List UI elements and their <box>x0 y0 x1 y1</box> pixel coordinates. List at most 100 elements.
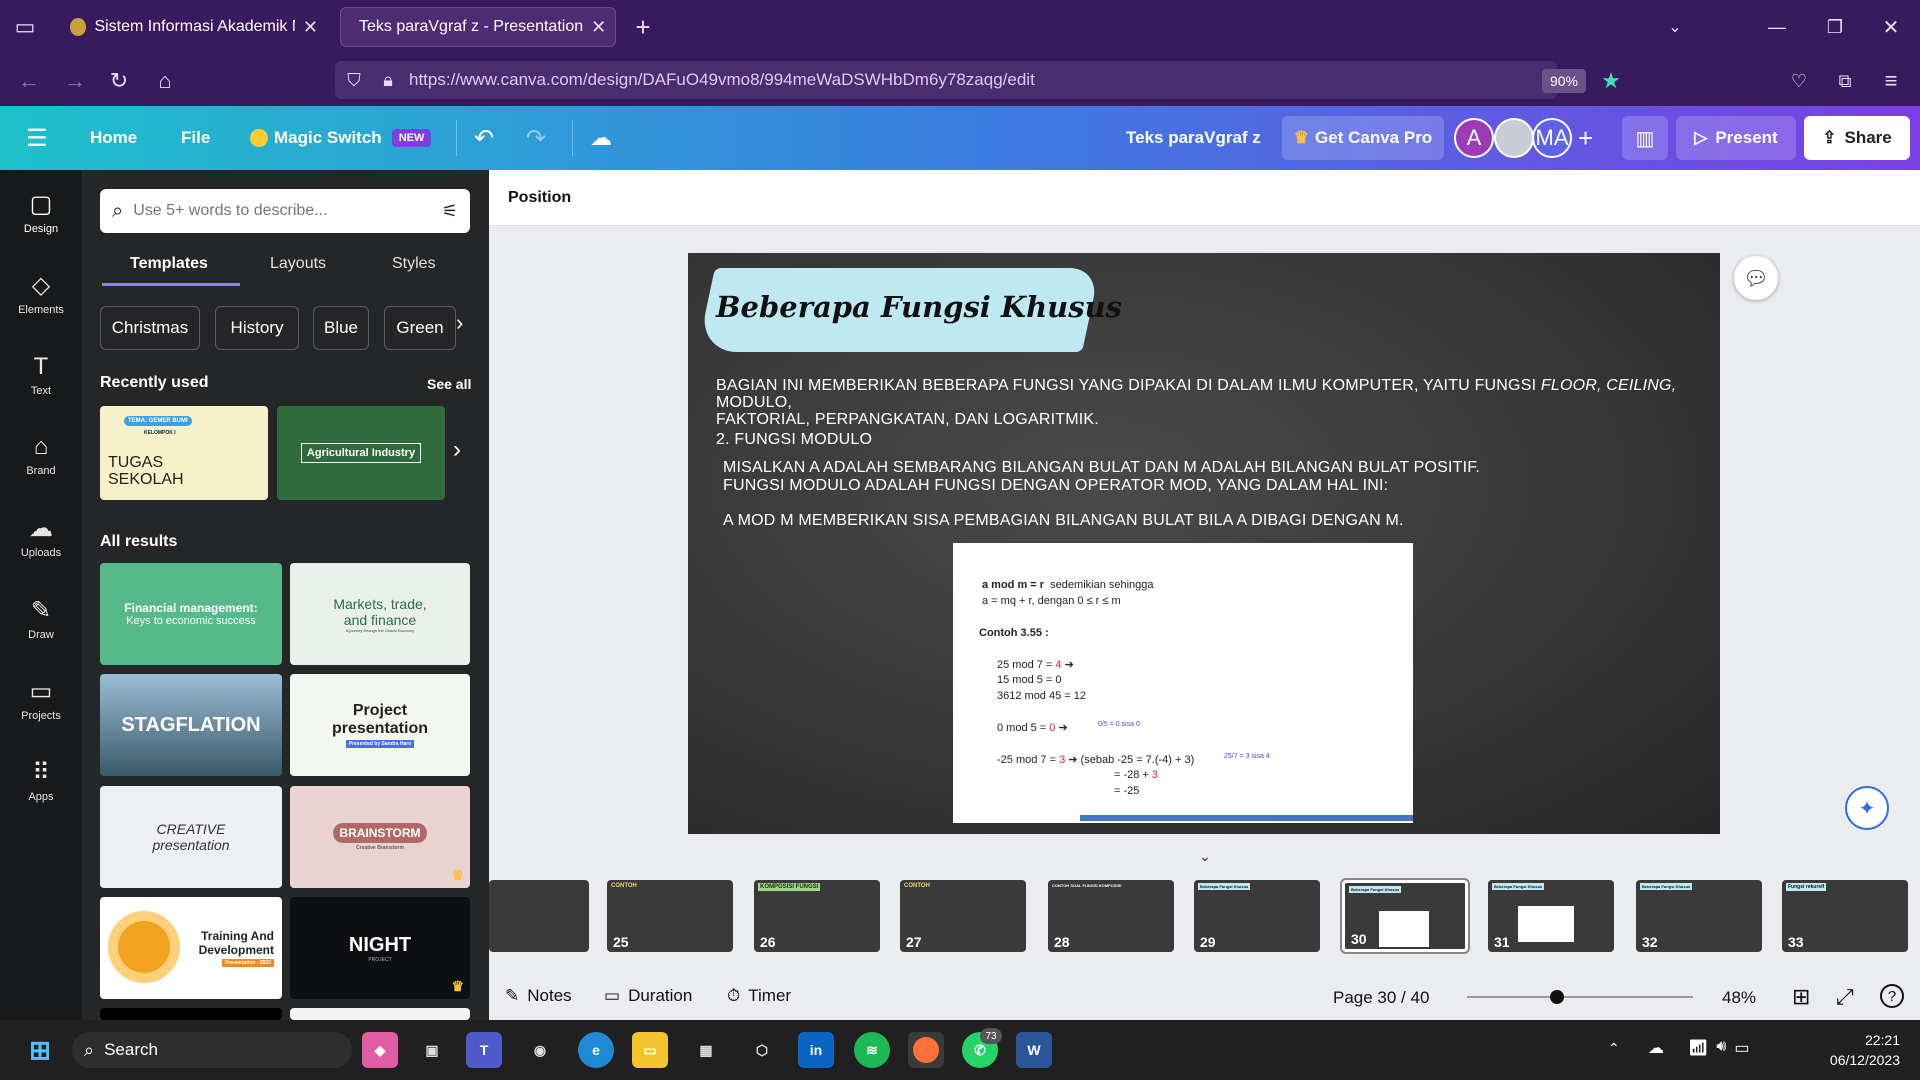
minimize-icon[interactable]: — <box>1762 12 1792 42</box>
redo-icon[interactable]: ↷ <box>526 106 546 170</box>
chevron-down-icon[interactable]: ⌄ <box>1190 848 1220 864</box>
page-thumbnail[interactable]: CONTOH 25 <box>607 880 733 952</box>
template-markets-trade[interactable]: Markets, trade, and finance A journey th… <box>290 563 470 665</box>
chevron-right-icon[interactable]: › <box>456 310 463 336</box>
main-menu-icon[interactable]: ☰ <box>26 106 48 170</box>
copilot-icon[interactable]: ◆ <box>362 1032 398 1068</box>
close-window-icon[interactable]: ✕ <box>1876 12 1906 42</box>
template-night[interactable]: NIGHT PROJECT ♛ <box>290 897 470 999</box>
page-thumbnail[interactable]: KOMPOSISI FUNGSI 26 <box>754 880 880 952</box>
slide-heading[interactable]: 2. FUNGSI MODULO <box>716 431 872 449</box>
onedrive-icon[interactable]: ☁︎ <box>1648 1038 1664 1058</box>
home-button[interactable]: Home <box>90 106 137 170</box>
restore-icon[interactable]: ❐ <box>1820 12 1850 42</box>
present-button[interactable]: ▷ Present <box>1676 116 1796 160</box>
chip-blue[interactable]: Blue <box>313 306 369 350</box>
page-indicator[interactable]: Page 30 / 40 <box>1333 988 1429 1008</box>
firefox-view-icon[interactable]: ▭ <box>10 12 40 42</box>
task-view-icon[interactable]: ▣ <box>414 1032 450 1068</box>
extensions-icon[interactable]: ⧉ <box>1830 66 1860 96</box>
forward-icon[interactable]: → <box>60 66 90 96</box>
rail-item-elements[interactable]: ◇ Elements <box>0 271 82 316</box>
linkedin-icon[interactable]: in <box>798 1032 834 1068</box>
add-comment-icon[interactable]: 💬︎ <box>1734 256 1778 300</box>
template-search[interactable]: ⌕ ⚟ <box>100 189 470 233</box>
clock[interactable]: 22:21 06/12/2023 <box>1786 1030 1900 1070</box>
home-icon[interactable]: ⌂ <box>150 66 180 96</box>
page-thumbnail[interactable]: Beberapa Fungsi Khusus 31 <box>1488 880 1614 952</box>
page-thumbnail-current[interactable]: Beberapa Fungsi Khusus 30 <box>1340 878 1470 954</box>
template-training-development[interactable]: Training And Development Presentation - … <box>100 897 282 999</box>
windows-start-icon[interactable]: ⊞ <box>22 1032 58 1068</box>
rail-item-design[interactable]: ▢ Design <box>0 190 82 235</box>
template-financial-management[interactable]: Financial management: Keys to economic s… <box>100 563 282 665</box>
template-project-presentation[interactable]: Project presentation Presented by Sandra… <box>290 674 470 776</box>
zoom-level-badge[interactable]: 90% <box>1542 69 1586 93</box>
template-stagflation[interactable]: STAGFLATION <box>100 674 282 776</box>
insights-icon[interactable]: ▥ <box>1622 116 1668 160</box>
chip-green[interactable]: Green <box>384 306 456 350</box>
edge-icon[interactable]: e <box>578 1032 614 1068</box>
search-input[interactable] <box>133 202 432 220</box>
list-tabs-icon[interactable]: ⌄ <box>1660 12 1690 42</box>
rail-item-uploads[interactable]: ☁︎ Uploads <box>0 514 82 559</box>
tab-layouts[interactable]: Layouts <box>270 255 326 273</box>
template-partial[interactable] <box>290 1008 470 1020</box>
page-thumbnail[interactable]: CONTOH SOAL FUNGSI KOMPOSISI 28 <box>1048 880 1174 952</box>
tab-sistem-informasi[interactable]: Sistem Informasi Akademik Ma ✕ <box>60 7 328 47</box>
page-thumbnail[interactable]: 24 <box>489 880 589 952</box>
fullscreen-icon[interactable]: ⤢ <box>1836 984 1854 1010</box>
rail-item-apps[interactable]: ⠿ Apps <box>0 758 82 803</box>
cloud-saved-icon[interactable]: ☁︎ <box>590 106 612 170</box>
pocket-icon[interactable]: ♡ <box>1784 66 1814 96</box>
position-button[interactable]: Position <box>508 189 571 207</box>
page-thumbnail[interactable]: CONTOH 27 <box>900 880 1026 952</box>
tab-canva-presentation[interactable]: Teks paraVgraf z - Presentation ✕ <box>340 7 616 47</box>
template-brainstorm[interactable]: BRAINSTORM Creative Brainstorm ♛ <box>290 786 470 888</box>
chevron-right-icon[interactable]: › <box>453 436 461 464</box>
back-icon[interactable]: ← <box>14 66 44 96</box>
rail-item-text[interactable]: T Text <box>0 353 82 397</box>
timer-button[interactable]: ⏱︎ Timer <box>727 986 791 1006</box>
reload-icon[interactable]: ↻ <box>104 66 134 96</box>
close-tab-icon[interactable]: ✕ <box>591 17 606 38</box>
recent-template-agricultural[interactable]: Agricultural Industry <box>277 406 445 500</box>
page-thumbnail[interactable]: Fungsi rekursif 33 <box>1782 880 1908 952</box>
rail-item-draw[interactable]: ✎ Draw <box>0 596 82 641</box>
zoom-percent[interactable]: 48% <box>1722 988 1756 1008</box>
app-icon[interactable]: ⬡ <box>744 1032 780 1068</box>
recent-template-tugas-sekolah[interactable]: TEMA: GEMER BUMI KELOMPOK I TUGAS SEKOLA… <box>100 406 268 500</box>
lock-icon[interactable]: 🔒︎ <box>374 66 402 94</box>
undo-icon[interactable]: ↶ <box>474 106 494 170</box>
chevron-up-icon[interactable]: ⌃ <box>1608 1040 1620 1057</box>
page-thumbnail[interactable]: Beberapa Fungsi Khusus 32 <box>1636 880 1762 952</box>
tab-styles[interactable]: Styles <box>392 255 436 273</box>
slide-line[interactable]: FUNGSI MODULO ADALAH FUNGSI DENGAN OPERA… <box>723 477 1388 495</box>
zoom-slider[interactable] <box>1467 996 1693 998</box>
system-tray[interactable]: 📶︎ 🔊︎ ▭ <box>1688 1038 1750 1058</box>
teams-icon[interactable]: T <box>466 1032 502 1068</box>
document-title[interactable]: Teks paraVgraf z <box>1126 106 1261 170</box>
slide-paragraph[interactable]: BAGIAN INI MEMBERIKAN BEBERAPA FUNGSI YA… <box>716 377 1716 428</box>
file-button[interactable]: File <box>181 106 210 170</box>
rail-item-brand[interactable]: ⌂ Brand <box>0 433 82 477</box>
template-partial[interactable] <box>100 1008 282 1020</box>
share-button[interactable]: ⇪ Share <box>1804 116 1910 160</box>
page-thumbnail[interactable]: Beberapa Fungsi Khusus 29 <box>1194 880 1320 952</box>
slide-line[interactable]: A MOD M MEMBERIKAN SISA PEMBAGIAN BILANG… <box>723 512 1404 530</box>
file-explorer-icon[interactable]: ▭ <box>632 1032 668 1068</box>
see-all-link[interactable]: See all <box>427 376 471 392</box>
new-tab-icon[interactable]: + <box>628 12 658 42</box>
firefox-icon[interactable] <box>908 1032 944 1068</box>
notes-button[interactable]: ✎ Notes <box>505 986 572 1006</box>
spotify-icon[interactable]: ≋ <box>854 1032 890 1068</box>
shield-icon[interactable]: ⛉ <box>340 66 368 94</box>
slide-line[interactable]: MISALKAN A ADALAH SEMBARANG BILANGAN BUL… <box>723 459 1480 477</box>
close-tab-icon[interactable]: ✕ <box>303 17 318 38</box>
camera-icon[interactable]: ◉ <box>522 1032 558 1068</box>
magic-assistant-icon[interactable]: ✦ <box>1845 786 1889 830</box>
grid-view-icon[interactable]: ⊞ <box>1792 984 1810 1010</box>
avatar[interactable]: MA <box>1532 118 1572 158</box>
word-icon[interactable]: W <box>1016 1032 1052 1068</box>
slide-title[interactable]: Beberapa Fungsi Khusus <box>716 290 1122 324</box>
